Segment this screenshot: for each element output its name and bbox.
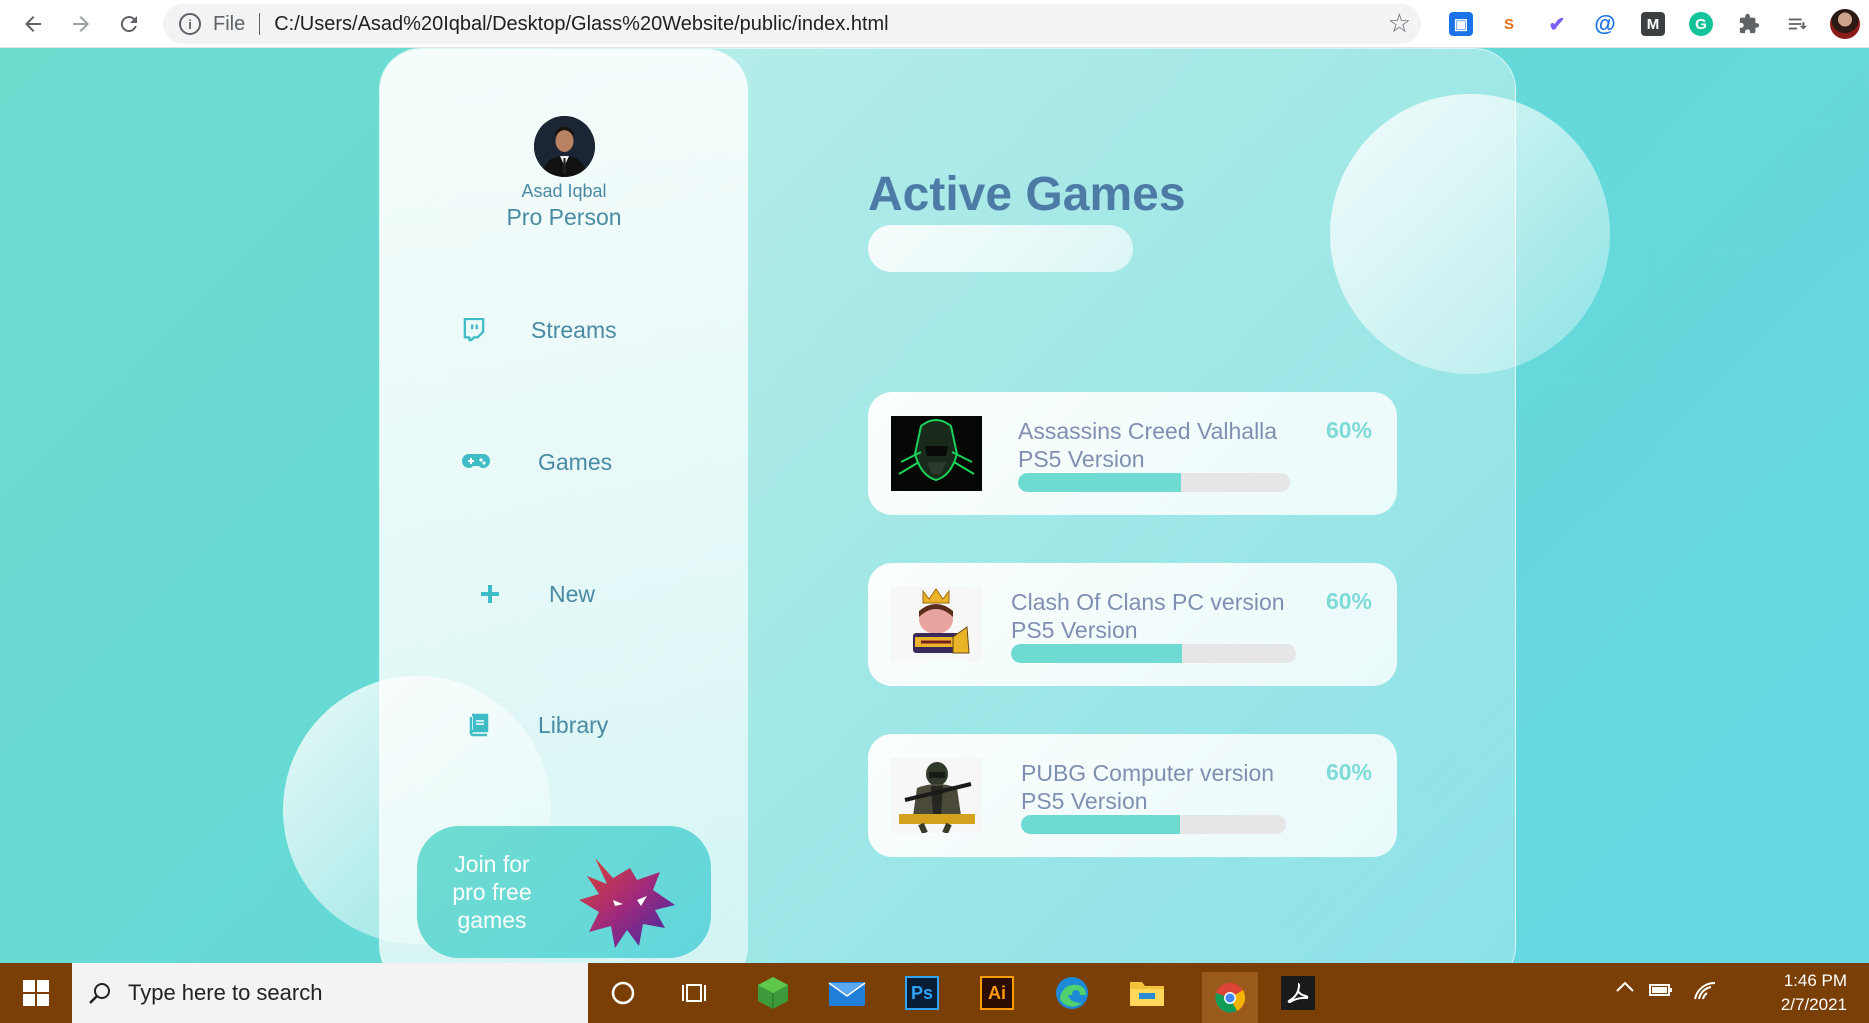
reload-button[interactable] (105, 4, 153, 44)
forward-button[interactable] (57, 4, 105, 44)
extensions-area: ▣ S ✔ @ M G (1437, 0, 1869, 48)
at-sign-extension-icon[interactable]: @ (1581, 4, 1629, 44)
minecraft-icon[interactable] (752, 972, 794, 1014)
progress-bar (1021, 815, 1286, 834)
progress-percent: 60% (1325, 417, 1372, 443)
extensions-puzzle-icon[interactable] (1725, 4, 1773, 44)
sidebar-item-label: New (549, 580, 596, 607)
progress-percent: 60% (1325, 588, 1372, 614)
address-bar[interactable]: i File C:/Users/Asad%20Iqbal/Desktop/Gla… (163, 4, 1421, 44)
progress-bar (1011, 644, 1296, 663)
photoshop-label: Ps (905, 976, 939, 1010)
browser-toolbar: i File C:/Users/Asad%20Iqbal/Desktop/Gla… (0, 0, 1869, 48)
game-title-text: PUBG Computer version (1021, 760, 1275, 786)
photoshop-icon[interactable]: Ps (901, 972, 943, 1014)
profile-role: Pro Person (506, 204, 622, 230)
join-text-line: pro free (452, 879, 532, 905)
clock-date: 2/7/2021 (1780, 995, 1847, 1014)
sidebar-item-label: Streams (531, 316, 617, 343)
sidebar-item-games[interactable]: Games (380, 437, 748, 487)
sidebar-item-streams[interactable]: Streams (380, 305, 748, 355)
game-subtitle: PS5 Version (1011, 617, 1138, 643)
cortana-icon[interactable] (602, 972, 644, 1014)
show-hidden-icons-chevron-icon[interactable] (1615, 979, 1635, 998)
forward-arrow-icon (73, 16, 89, 32)
checkmark-extension-icon[interactable]: ✔ (1533, 4, 1581, 44)
game-title: Clash Of Clans PC version PS5 Version (1011, 588, 1285, 644)
edge-icon[interactable] (1051, 972, 1093, 1014)
reading-list-icon[interactable] (1773, 4, 1821, 44)
taskbar: Type here to search Ps Ai 1:46 PM 2/7/20… (0, 963, 1869, 1023)
join-promo-card[interactable]: Join for pro free games (417, 826, 711, 958)
game-title-text: Assassins Creed Valhalla (1018, 418, 1278, 444)
screen-capture-icon[interactable]: ▣ (1437, 4, 1485, 44)
progress-bar-fill (1021, 815, 1180, 834)
grammarly-icon[interactable]: G (1677, 4, 1725, 44)
progress-bar (1018, 473, 1290, 492)
page-title: Active Games (868, 168, 1186, 221)
join-text-line: games (457, 907, 527, 933)
mail-icon[interactable] (826, 972, 868, 1014)
pubg-thumbnail (891, 758, 982, 833)
site-info-icon[interactable]: i (179, 13, 201, 35)
search-pill[interactable] (868, 225, 1133, 272)
game-title: PUBG Computer version PS5 Version (1021, 759, 1274, 815)
clash-of-clans-thumbnail (891, 587, 982, 662)
game-subtitle: PS5 Version (1018, 446, 1145, 472)
plus-icon (476, 580, 504, 608)
sidebar-item-label: Games (538, 448, 613, 475)
back-arrow-icon (25, 16, 41, 32)
sidebar: Asad Iqbal Pro Person Streams Games New (380, 49, 748, 963)
windows-logo-icon (23, 980, 49, 1006)
bookmark-star-icon[interactable]: ☆ (1388, 8, 1411, 39)
taskbar-search-placeholder: Type here to search (128, 980, 323, 1005)
game-card[interactable]: PUBG Computer version PS5 Version 60% (868, 734, 1397, 857)
back-button[interactable] (9, 4, 57, 44)
search-icon (89, 983, 110, 1004)
progress-bar-fill (1011, 644, 1182, 663)
mailtrack-icon[interactable]: M (1629, 4, 1677, 44)
task-view-icon[interactable] (674, 972, 716, 1014)
game-title-text: Clash Of Clans PC version (1011, 589, 1285, 615)
sidebar-item-label: Library (538, 711, 609, 738)
game-card[interactable]: Clash Of Clans PC version PS5 Version 60… (868, 563, 1397, 686)
profile-avatar[interactable] (1821, 4, 1869, 44)
assassins-creed-thumbnail (891, 416, 982, 491)
glass-panel: Asad Iqbal Pro Person Streams Games New (379, 48, 1516, 963)
clock-time: 1:46 PM (1783, 971, 1847, 990)
twitch-icon (460, 316, 488, 344)
acrobat-icon[interactable] (1277, 972, 1319, 1014)
so-extension-icon[interactable]: S (1485, 4, 1533, 44)
chrome-icon[interactable] (1202, 972, 1258, 1023)
book-icon (464, 711, 492, 739)
game-subtitle: PS5 Version (1021, 788, 1148, 814)
wifi-icon[interactable] (1693, 981, 1717, 1006)
gamepad-icon (462, 448, 490, 476)
game-title: Assassins Creed Valhalla PS5 Version (1018, 417, 1277, 473)
taskbar-search-box[interactable]: Type here to search (72, 963, 588, 1023)
battery-icon[interactable] (1649, 983, 1673, 1002)
omnibox-divider (259, 13, 261, 35)
reload-icon (120, 16, 137, 33)
game-card[interactable]: Assassins Creed Valhalla PS5 Version 60% (868, 392, 1397, 515)
start-button[interactable] (0, 963, 72, 1023)
illustrator-label: Ai (980, 976, 1014, 1010)
url-text[interactable]: C:/Users/Asad%20Iqbal/Desktop/Glass%20We… (274, 13, 888, 36)
profile-name: Asad Iqbal (521, 181, 607, 201)
progress-bar-fill (1018, 473, 1182, 492)
join-text-line: Join for (454, 851, 530, 877)
page-viewport: Asad Iqbal Pro Person Streams Games New (0, 48, 1869, 963)
join-promo-text: Join for pro free games (437, 850, 547, 934)
system-tray: 1:46 PM 2/7/2021 (1569, 963, 1869, 1023)
wolf-logo-icon (579, 858, 675, 948)
illustrator-icon[interactable]: Ai (976, 972, 1018, 1014)
clock[interactable]: 1:46 PM 2/7/2021 (1737, 969, 1847, 1017)
scheme-label: File (213, 12, 246, 35)
progress-percent: 60% (1325, 759, 1372, 785)
sidebar-item-library[interactable]: Library (380, 700, 748, 750)
sidebar-item-new[interactable]: New (380, 569, 748, 619)
avatar (534, 116, 595, 177)
file-explorer-icon[interactable] (1126, 972, 1168, 1014)
